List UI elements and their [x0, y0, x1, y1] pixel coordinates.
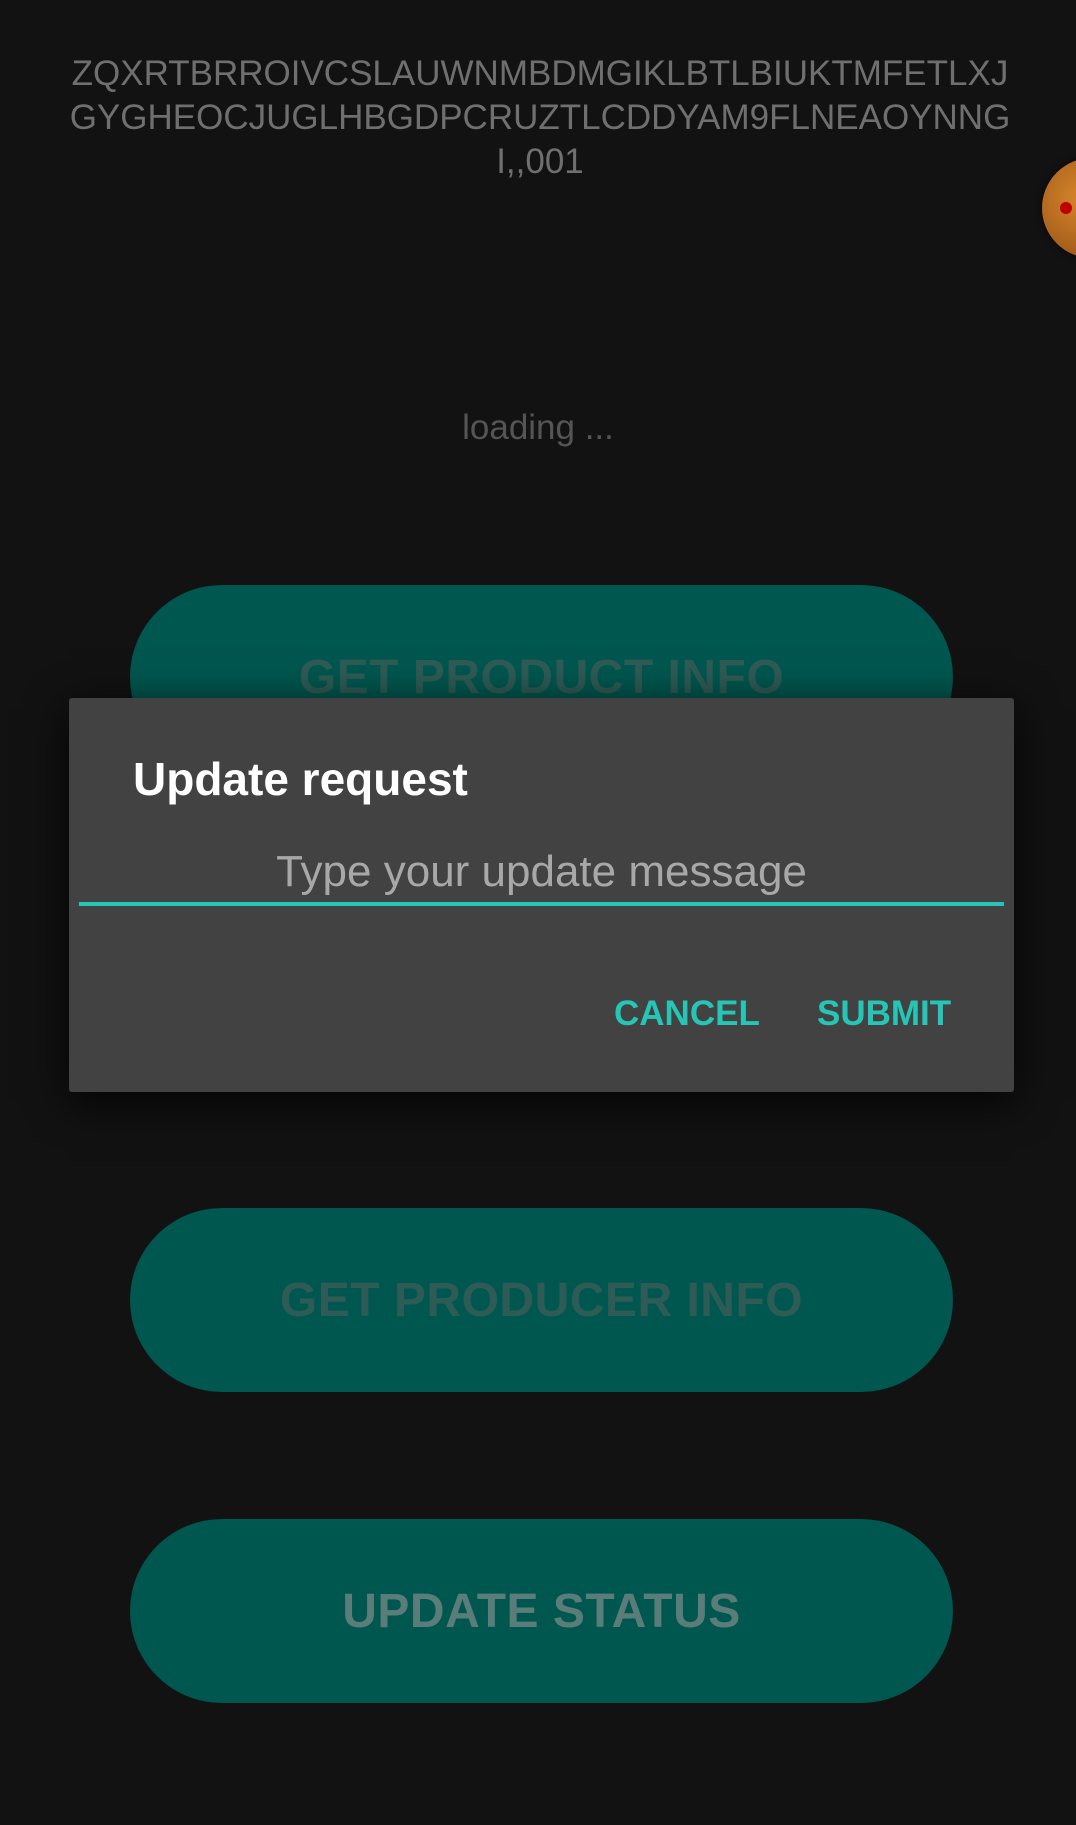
update-request-dialog: Update request CANCEL SUBMIT [69, 698, 1014, 1092]
submit-button[interactable]: SUBMIT [817, 994, 951, 1034]
dialog-title: Update request [133, 753, 468, 805]
product-id-text: ZQXRTBRROIVCSLAUWNMBDMGIKLBTLBIUKTMFETLX… [69, 54, 1011, 181]
get-producer-info-button[interactable]: GET PRODUCER INFO [130, 1208, 953, 1392]
screen: ZQXRTBRROIVCSLAUWNMBDMGIKLBTLBIUKTMFETLX… [0, 0, 1076, 1825]
update-message-input[interactable] [79, 842, 1004, 906]
floating-bubble-icon[interactable] [1042, 158, 1076, 258]
loading-text: loading ... [462, 408, 614, 447]
bubble-dot-icon [1060, 202, 1072, 214]
cancel-button[interactable]: CANCEL [614, 994, 760, 1034]
update-status-button[interactable]: UPDATE STATUS [130, 1519, 953, 1703]
